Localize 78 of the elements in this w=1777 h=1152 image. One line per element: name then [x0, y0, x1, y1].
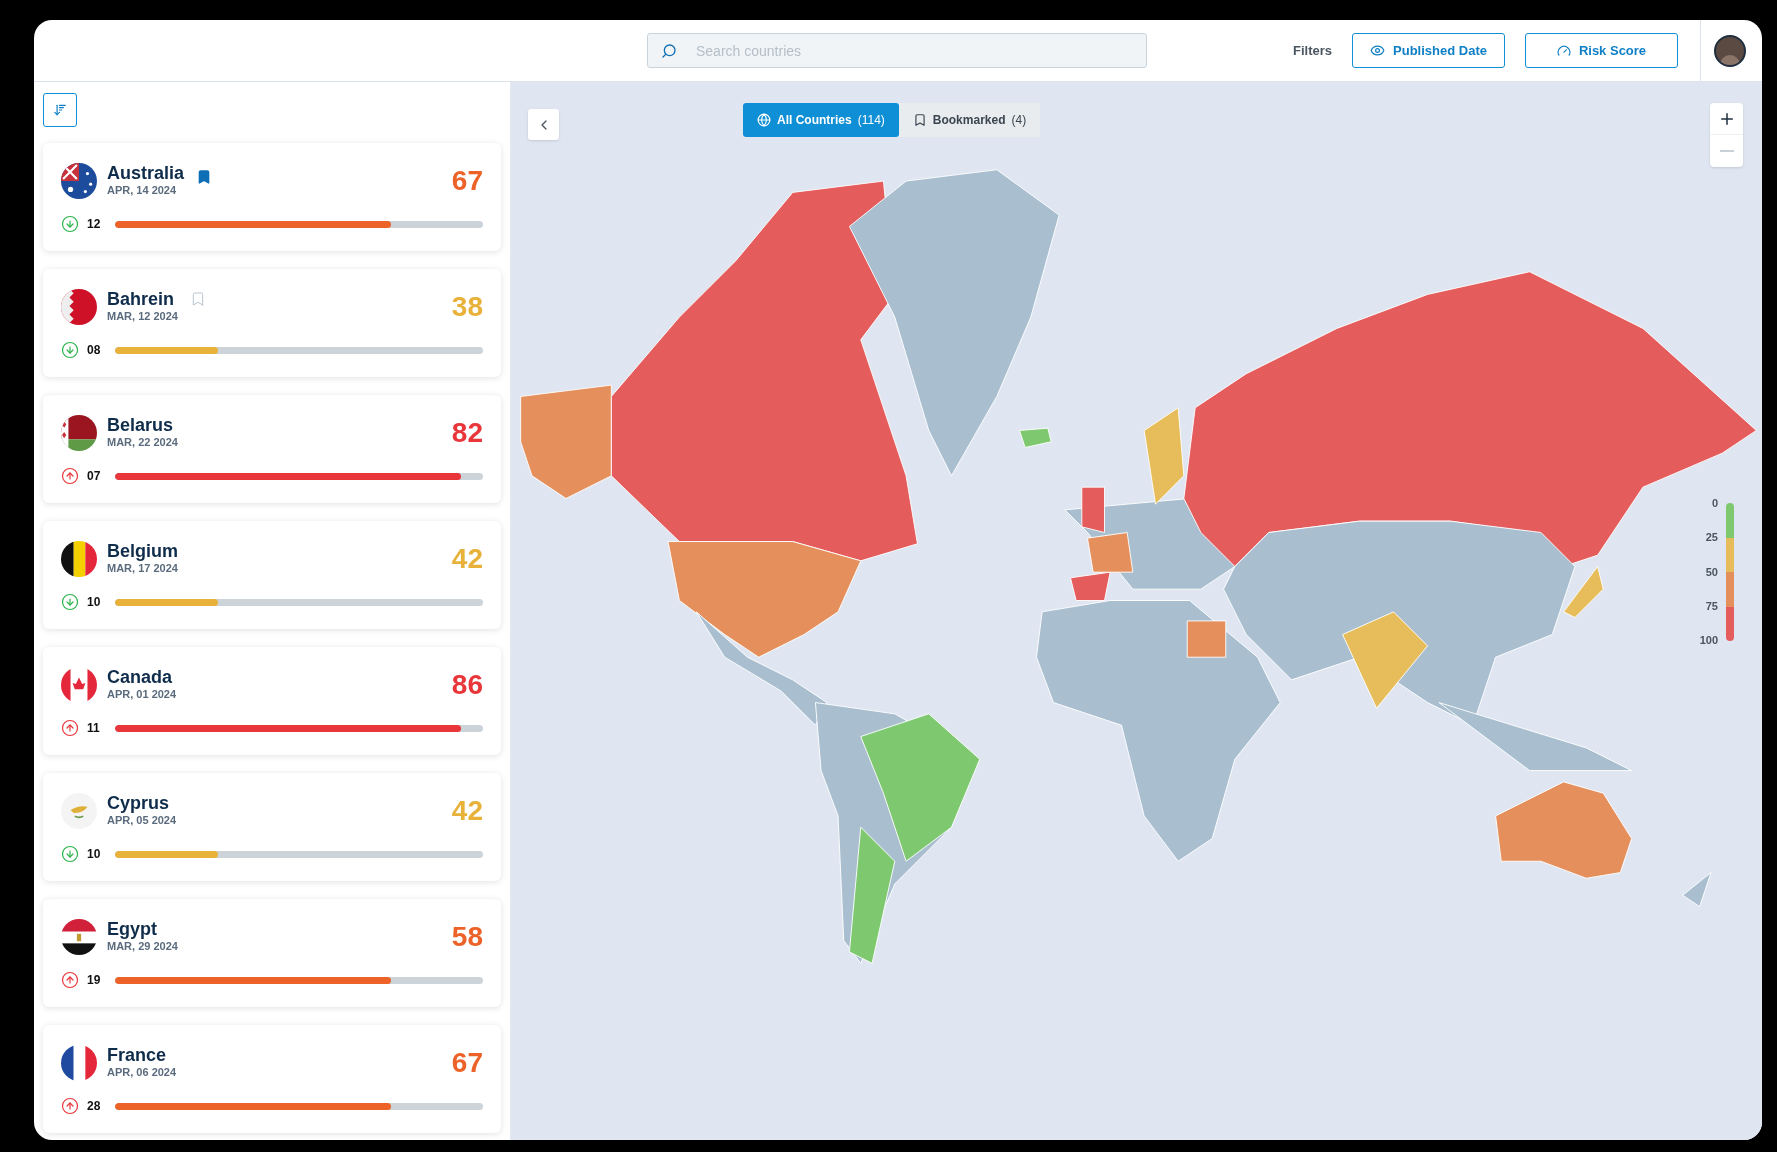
risk-score: 38 — [451, 291, 483, 323]
filters-label: Filters — [1293, 41, 1332, 60]
date-text: MAR, 17 2024 — [107, 561, 178, 575]
change-count: 10 — [87, 594, 102, 611]
avatar[interactable] — [1714, 34, 1746, 67]
flag-icon — [61, 793, 97, 829]
search-field[interactable]: Search countries — [647, 33, 1147, 68]
flag-icon — [61, 667, 97, 703]
risk-score: 82 — [451, 417, 483, 449]
country-card[interactable]: France APR, 06 2024 67 28 — [43, 1025, 501, 1133]
legend-label: 100 — [1699, 634, 1718, 647]
country-name: France — [107, 1045, 168, 1065]
country-name: Australia — [107, 163, 185, 183]
trend-down-icon — [61, 341, 79, 359]
country-name: Egypt — [107, 919, 158, 939]
flag-icon — [61, 415, 97, 451]
country-card[interactable]: Cyprus APR, 05 2024 42 10 — [43, 773, 501, 881]
trend-up-icon — [61, 971, 79, 989]
flag-icon — [61, 1045, 97, 1081]
change-count: 12 — [87, 216, 102, 233]
flag-icon — [61, 919, 97, 955]
trend-up-icon — [61, 1097, 79, 1115]
change-count: 07 — [87, 468, 102, 485]
legend-label: 75 — [1705, 599, 1718, 613]
country-name: Belarus — [107, 415, 175, 435]
date-text: MAR, 12 2024 — [107, 309, 178, 323]
sort-icon — [53, 103, 67, 117]
country-name: Cyprus — [107, 793, 170, 813]
legend-label: 50 — [1705, 565, 1718, 579]
bookmark-icon — [912, 113, 927, 127]
eye-icon — [1370, 43, 1386, 58]
change-count: 08 — [87, 342, 102, 359]
trend-down-icon — [61, 215, 79, 233]
tab-count: (4) — [1011, 112, 1027, 129]
map-tab[interactable]: All Countries (114) — [743, 103, 899, 137]
filter-button[interactable]: Risk Score — [1525, 33, 1678, 68]
trend-up-icon — [61, 719, 79, 737]
trend-up-icon — [61, 467, 79, 485]
minus-icon — [1719, 150, 1734, 152]
risk-score: 58 — [451, 921, 483, 953]
filter-button[interactable]: Published Date — [1352, 33, 1505, 68]
gauge-icon — [1556, 43, 1571, 58]
date-text: APR, 14 2024 — [107, 183, 178, 197]
collapse-button[interactable] — [528, 109, 559, 140]
date-text: APR, 06 2024 — [107, 1065, 177, 1079]
flag-icon — [61, 289, 97, 325]
country-name: Bahrein — [107, 289, 176, 309]
change-count: 10 — [87, 846, 102, 863]
date-text: APR, 01 2024 — [107, 687, 177, 701]
date-text: MAR, 29 2024 — [107, 939, 178, 953]
change-count: 19 — [87, 972, 102, 989]
country-card[interactable]: Bahrein MAR, 12 2024 38 08 — [43, 269, 501, 377]
country-card[interactable]: Australia APR, 14 2024 67 12 — [43, 143, 501, 251]
risk-score: 67 — [451, 1047, 483, 1079]
risk-score: 42 — [451, 543, 483, 575]
change-count: 11 — [87, 720, 101, 737]
change-count: 28 — [87, 1098, 102, 1115]
legend-label: 0 — [1711, 497, 1718, 510]
country-card[interactable]: Belgium MAR, 17 2024 42 10 — [43, 521, 501, 629]
globe-icon — [757, 113, 771, 127]
date-text: MAR, 22 2024 — [107, 435, 178, 449]
trend-down-icon — [61, 593, 79, 611]
country-name: Belgium — [107, 541, 178, 561]
risk-score: 86 — [451, 669, 483, 701]
country-card[interactable]: Canada APR, 01 2024 86 11 — [43, 647, 501, 755]
country-card[interactable]: Egypt MAR, 29 2024 58 19 — [43, 899, 501, 1007]
flag-icon — [61, 163, 97, 199]
risk-score: 67 — [451, 165, 483, 197]
date-text: APR, 05 2024 — [107, 813, 177, 827]
country-name: Canada — [107, 667, 174, 687]
flag-icon — [61, 541, 97, 577]
search-icon — [661, 43, 677, 59]
legend-label: 25 — [1705, 531, 1718, 545]
trend-down-icon — [61, 845, 79, 863]
country-card[interactable]: Belarus MAR, 22 2024 82 07 — [43, 395, 501, 503]
tab-count: (114) — [857, 112, 885, 129]
risk-score: 42 — [451, 795, 483, 827]
sort-button[interactable] — [43, 93, 77, 127]
